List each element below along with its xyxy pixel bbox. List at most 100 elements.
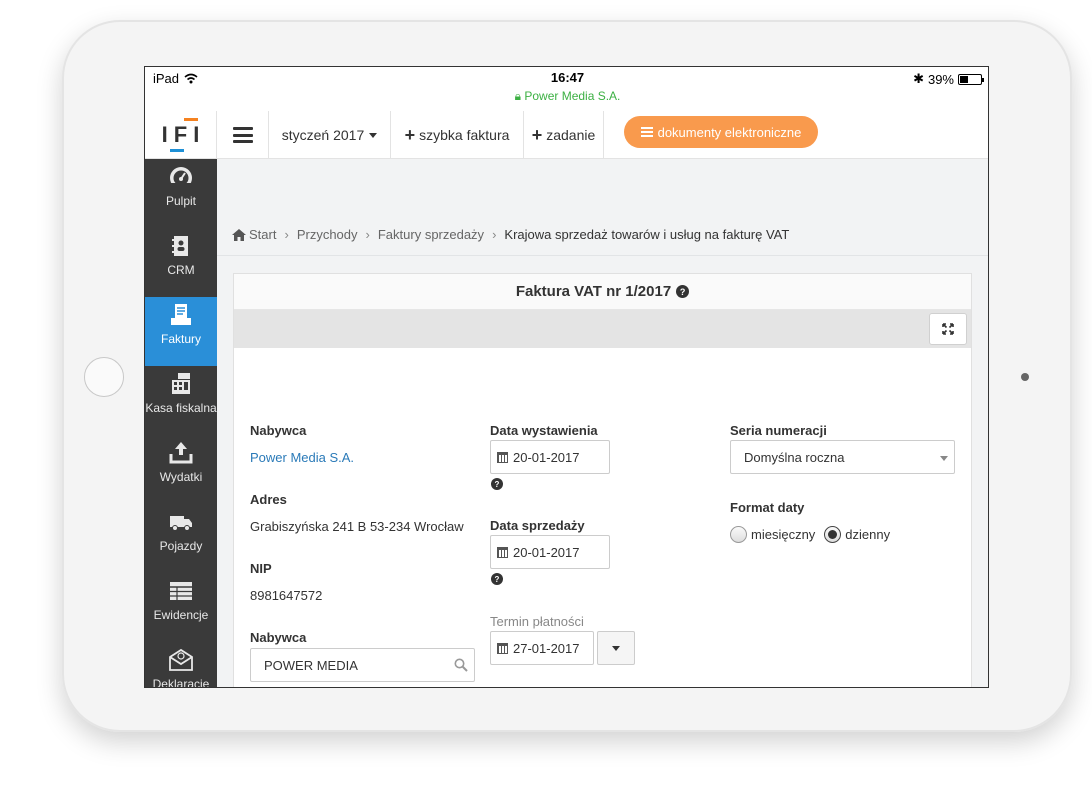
month-selector[interactable]: styczeń 2017 bbox=[269, 111, 391, 159]
menu-toggle-button[interactable] bbox=[217, 111, 269, 159]
search-icon bbox=[454, 658, 468, 672]
bluetooth-icon: ✱ bbox=[913, 71, 924, 86]
clock: 16:47 bbox=[550, 70, 585, 85]
plus-icon: + bbox=[531, 125, 543, 145]
issue-date-label: Data wystawienia bbox=[490, 423, 598, 438]
chevron-down-icon bbox=[940, 456, 948, 461]
payment-term-label: Termin płatności bbox=[490, 614, 584, 629]
table-icon bbox=[170, 582, 192, 600]
sidebar-item-ewidencje[interactable]: Ewidencje bbox=[145, 573, 217, 642]
buyer-search-input[interactable]: POWER MEDIA bbox=[250, 648, 475, 682]
breadcrumb-faktury-sprzedazy[interactable]: Faktury sprzedaży bbox=[378, 227, 484, 242]
sidebar-item-label: Faktury bbox=[160, 332, 201, 346]
series-label: Seria numeracji bbox=[730, 423, 827, 438]
sidebar-item-label: Deklaracje bbox=[152, 677, 210, 688]
calendar-icon bbox=[497, 642, 508, 654]
sidebar-item-label: Ewidencje bbox=[153, 608, 209, 622]
address-value: Grabiszyńska 241 B 53-234 Wrocław bbox=[250, 519, 464, 534]
breadcrumb-current: Krajowa sprzedaż towarów i usług na fakt… bbox=[504, 227, 790, 242]
sale-date-value: 20-01-2017 bbox=[513, 544, 580, 560]
sale-date-label: Data sprzedaży bbox=[490, 518, 585, 533]
help-icon[interactable]: ? bbox=[676, 285, 690, 298]
nip-value: 8981647572 bbox=[250, 588, 323, 603]
invoice-title: Faktura VAT nr 1/2017 bbox=[515, 283, 672, 300]
divider bbox=[217, 255, 988, 256]
date-format-label: Format daty bbox=[730, 500, 805, 515]
radio-daily-label[interactable]: dzienny bbox=[845, 527, 890, 542]
panel-toolbar bbox=[234, 310, 971, 348]
invoice-icon bbox=[171, 304, 191, 325]
hamburger-icon bbox=[232, 127, 253, 143]
main-content: Start › Przychody › Faktury sprzedaży › … bbox=[217, 159, 988, 687]
logo-cell[interactable]: IFI bbox=[145, 111, 217, 159]
sidebar-item-label: Wydatki bbox=[159, 470, 203, 484]
help-icon[interactable]: ? bbox=[491, 573, 503, 585]
edocs-label: dokumenty elektroniczne bbox=[657, 124, 802, 140]
month-label: styczeń 2017 bbox=[281, 127, 365, 143]
sidebar-item-kasa-fiskalna[interactable]: Kasa fiskalna bbox=[145, 366, 217, 435]
ifi-logo: IFI bbox=[156, 118, 206, 152]
battery-icon bbox=[958, 73, 984, 85]
sidebar-item-pulpit[interactable]: Pulpit bbox=[145, 159, 217, 228]
buyer-link[interactable]: Power Media S.A. bbox=[250, 450, 354, 465]
breadcrumb: Start › Przychody › Faktury sprzedaży › … bbox=[232, 227, 789, 242]
sidebar-item-faktury[interactable]: Faktury bbox=[145, 297, 217, 366]
status-bar: iPad 16:47 🔒︎ Power Media S.A. ✱ 39% bbox=[145, 67, 988, 111]
sidebar-item-wydatki[interactable]: Wydatki bbox=[145, 435, 217, 504]
quick-invoice-label: szybka faktura bbox=[419, 127, 510, 143]
radio-daily[interactable] bbox=[824, 526, 842, 543]
issue-date-value: 20-01-2017 bbox=[513, 449, 580, 465]
task-button[interactable]: + zadanie bbox=[524, 111, 604, 159]
calendar-icon bbox=[497, 451, 508, 463]
help-icon[interactable]: ? bbox=[491, 478, 503, 490]
quick-invoice-button[interactable]: + szybka faktura bbox=[391, 111, 524, 159]
top-navbar: IFI styczeń 2017 + szybka faktura + zada… bbox=[145, 111, 988, 159]
sidebar-item-deklaracje[interactable]: Deklaracje bbox=[145, 642, 217, 688]
sidebar-item-crm[interactable]: CRM bbox=[145, 228, 217, 297]
electronic-documents-button[interactable]: dokumenty elektroniczne bbox=[624, 116, 818, 148]
task-label: zadanie bbox=[546, 127, 596, 143]
battery-percent: 39% bbox=[927, 71, 954, 87]
plus-icon: + bbox=[404, 125, 416, 145]
sidebar-item-label: Pulpit bbox=[165, 194, 197, 208]
payment-term-input[interactable]: 27-01-2017 bbox=[490, 631, 594, 665]
sidebar-item-label: Pojazdy bbox=[159, 539, 203, 553]
breadcrumb-separator: › bbox=[284, 227, 289, 242]
breadcrumb-przychody[interactable]: Przychody bbox=[297, 227, 358, 242]
sidebar-item-label: CRM bbox=[167, 263, 195, 277]
envelope-icon bbox=[169, 648, 193, 671]
radio-monthly-label[interactable]: miesięczny bbox=[751, 527, 815, 542]
invoice-panel: Faktura VAT nr 1/2017 ? Nabywca Power Me… bbox=[233, 273, 972, 687]
payment-term-value: 27-01-2017 bbox=[513, 640, 580, 656]
buyer-label: Nabywca bbox=[250, 423, 307, 438]
camera-dot bbox=[1021, 373, 1029, 381]
buyer-search-label: Nabywca bbox=[250, 630, 307, 645]
home-button[interactable] bbox=[84, 357, 124, 397]
expand-button[interactable] bbox=[929, 313, 967, 345]
sidebar-item-pojazdy[interactable]: Pojazdy bbox=[145, 504, 217, 573]
expand-icon bbox=[942, 323, 954, 335]
series-select[interactable]: Domyślna roczna bbox=[730, 440, 955, 474]
screen: iPad 16:47 🔒︎ Power Media S.A. ✱ 39% IFI bbox=[144, 66, 989, 688]
lock-icon: 🔒︎ bbox=[514, 89, 521, 103]
contacts-book-icon bbox=[172, 236, 188, 256]
breadcrumb-start[interactable]: Start bbox=[249, 227, 276, 242]
cash-register-icon bbox=[172, 373, 190, 394]
sale-date-input[interactable]: 20-01-2017 bbox=[490, 535, 610, 569]
payment-term-dropdown-button[interactable] bbox=[597, 631, 635, 665]
nip-label: NIP bbox=[250, 561, 272, 576]
radio-monthly[interactable] bbox=[730, 526, 747, 543]
home-icon bbox=[232, 228, 246, 241]
buyer-search-value: POWER MEDIA bbox=[264, 657, 358, 673]
chevron-down-icon bbox=[369, 132, 378, 138]
sidebar-item-label: Kasa fiskalna bbox=[145, 401, 217, 415]
dashboard-icon bbox=[168, 167, 194, 189]
status-right: ✱ 39% bbox=[913, 71, 984, 87]
breadcrumb-separator: › bbox=[365, 227, 370, 242]
issue-date-input[interactable]: 20-01-2017 bbox=[490, 440, 610, 474]
date-format-radio-group: miesięczny dzienny bbox=[730, 526, 890, 543]
breadcrumb-separator: › bbox=[492, 227, 497, 242]
panel-title: Faktura VAT nr 1/2017 ? bbox=[234, 274, 971, 310]
sidebar: Pulpit CRM Faktury Kasa fiskalna Wydatki… bbox=[145, 159, 217, 688]
truck-icon bbox=[170, 516, 192, 531]
